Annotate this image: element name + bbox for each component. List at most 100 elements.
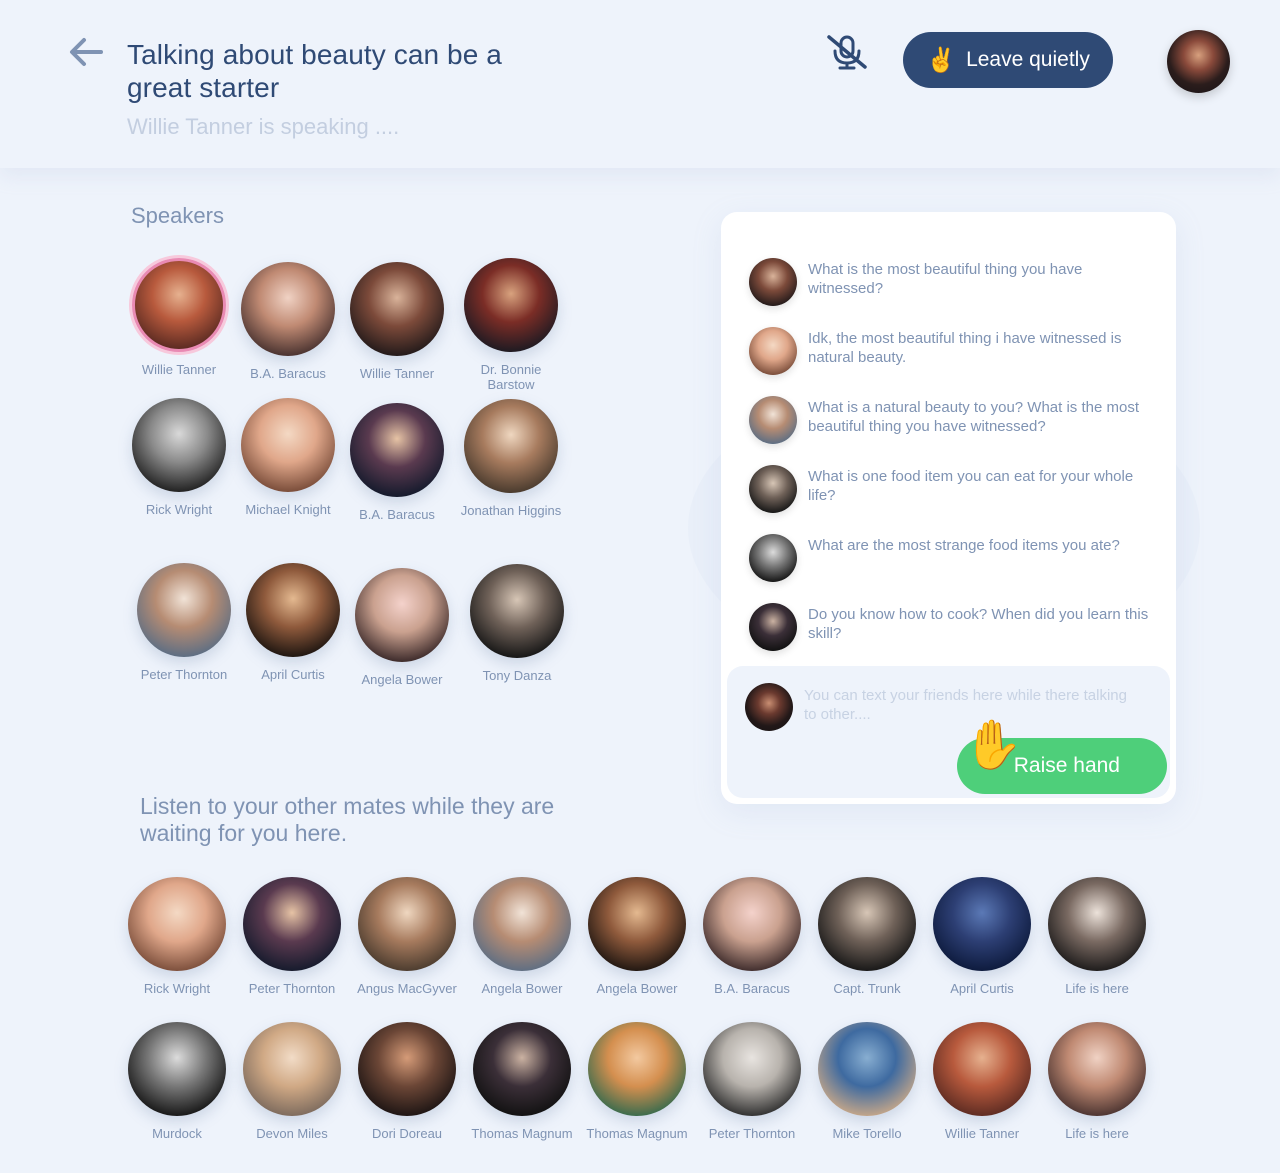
listener-card[interactable]: Peter Thornton (697, 1022, 807, 1141)
back-arrow-icon[interactable] (68, 36, 104, 68)
listener-avatar[interactable] (128, 1022, 226, 1116)
listener-avatar[interactable] (818, 877, 916, 971)
chat-message: What is a natural beauty to you? What is… (749, 396, 1149, 444)
speaker-avatar[interactable] (470, 564, 564, 658)
listener-avatar[interactable] (588, 1022, 686, 1116)
listener-name: Capt. Trunk (833, 981, 901, 996)
listener-avatar[interactable] (1048, 1022, 1146, 1116)
listener-card[interactable]: Devon Miles (237, 1022, 347, 1141)
chat-message-text: What is one food item you can eat for yo… (808, 468, 1134, 504)
speaker-card[interactable]: Dr. Bonnie Barstow (456, 258, 566, 392)
leave-quietly-label: Leave quietly (966, 48, 1090, 71)
listener-name: Peter Thornton (708, 1126, 796, 1141)
listener-avatar[interactable] (128, 877, 226, 971)
listener-avatar[interactable] (588, 877, 686, 971)
speaker-name: Angela Bower (361, 672, 443, 687)
listener-name: Life is here (1065, 981, 1129, 996)
speaker-avatar[interactable] (137, 563, 231, 657)
speaker-avatar[interactable] (464, 258, 558, 352)
listener-card[interactable]: Life is here (1042, 1022, 1152, 1141)
speaker-avatar[interactable] (350, 262, 444, 356)
speaker-avatar[interactable] (350, 403, 444, 497)
mic-muted-icon[interactable] (824, 33, 870, 71)
victory-hand-icon: ✌️ (926, 46, 957, 74)
speaker-name: Rick Wright (145, 502, 213, 517)
listener-card[interactable]: B.A. Baracus (697, 877, 807, 996)
listener-card[interactable]: Rick Wright (122, 877, 232, 996)
listener-name: Angela Bower (596, 981, 678, 996)
listener-avatar[interactable] (933, 877, 1031, 971)
chat-message-avatar[interactable] (749, 465, 797, 513)
raised-hand-icon: ✋ (963, 719, 1023, 772)
listener-card[interactable]: Thomas Magnum (582, 1022, 692, 1141)
listener-name: Dori Doreau (371, 1126, 443, 1141)
speaker-card[interactable]: Willie Tanner (342, 262, 452, 381)
chat-message: What is one food item you can eat for yo… (749, 465, 1149, 513)
listener-avatar[interactable] (358, 1022, 456, 1116)
speaker-avatar[interactable] (464, 399, 558, 493)
listener-avatar[interactable] (473, 877, 571, 971)
listener-card[interactable]: Murdock (122, 1022, 232, 1141)
speaker-avatar[interactable] (132, 258, 226, 352)
chat-message-text: What is the most beautiful thing you hav… (808, 261, 1083, 297)
chat-message-avatar[interactable] (749, 603, 797, 651)
listener-card[interactable]: Angela Bower (582, 877, 692, 996)
chat-message-text: What is a natural beauty to you? What is… (808, 399, 1139, 435)
listener-avatar[interactable] (703, 877, 801, 971)
speaker-name: Peter Thornton (140, 667, 228, 682)
chat-panel: What is the most beautiful thing you hav… (721, 212, 1176, 804)
speaker-name: Willie Tanner (359, 366, 435, 381)
listener-avatar[interactable] (1048, 877, 1146, 971)
speaker-card[interactable]: B.A. Baracus (233, 262, 343, 381)
speaker-card[interactable]: April Curtis (238, 563, 348, 682)
speaker-avatar[interactable] (241, 398, 335, 492)
raise-hand-label: Raise hand (1013, 754, 1120, 777)
chat-message: What is the most beautiful thing you hav… (749, 258, 1149, 306)
listener-avatar[interactable] (818, 1022, 916, 1116)
listener-avatar[interactable] (243, 1022, 341, 1116)
speaker-card[interactable]: Jonathan Higgins (456, 399, 566, 518)
listener-card[interactable]: Peter Thornton (237, 877, 347, 996)
listener-avatar[interactable] (473, 1022, 571, 1116)
listener-card[interactable]: Willie Tanner (927, 1022, 1037, 1141)
listener-card[interactable]: April Curtis (927, 877, 1037, 996)
speaker-card[interactable]: Willie Tanner (124, 258, 234, 377)
listener-avatar[interactable] (933, 1022, 1031, 1116)
speaker-avatar[interactable] (355, 568, 449, 662)
listener-card[interactable]: Thomas Magnum (467, 1022, 577, 1141)
listener-name: Devon Miles (256, 1126, 328, 1141)
speaker-card[interactable]: B.A. Baracus (342, 403, 452, 522)
speaker-avatar[interactable] (246, 563, 340, 657)
my-avatar[interactable] (1167, 30, 1230, 93)
chat-message-avatar[interactable] (749, 327, 797, 375)
listener-card[interactable]: Life is here (1042, 877, 1152, 996)
chat-message: What are the most strange food items you… (749, 534, 1149, 582)
speaker-avatar[interactable] (132, 398, 226, 492)
listener-card[interactable]: Mike Torello (812, 1022, 922, 1141)
listener-name: Life is here (1065, 1126, 1129, 1141)
listener-name: Murdock (152, 1126, 202, 1141)
speaker-avatar[interactable] (241, 262, 335, 356)
chat-message-avatar[interactable] (749, 258, 797, 306)
speaker-card[interactable]: Tony Danza (462, 564, 572, 683)
chat-message: Do you know how to cook? When did you le… (749, 603, 1149, 651)
leave-quietly-button[interactable]: ✌️ Leave quietly (903, 32, 1113, 88)
listener-avatar[interactable] (243, 877, 341, 971)
chat-message-text: What are the most strange food items you… (808, 537, 1120, 554)
speaker-card[interactable]: Rick Wright (124, 398, 234, 517)
speaker-card[interactable]: Angela Bower (347, 568, 457, 687)
listener-card[interactable]: Dori Doreau (352, 1022, 462, 1141)
chat-message-avatar[interactable] (749, 534, 797, 582)
chat-message-avatar[interactable] (749, 396, 797, 444)
raise-hand-button[interactable]: ✋ Raise hand (957, 719, 1167, 794)
listener-avatar[interactable] (358, 877, 456, 971)
listener-card[interactable]: Capt. Trunk (812, 877, 922, 996)
listener-name: Willie Tanner (944, 1126, 1020, 1141)
listener-avatar[interactable] (703, 1022, 801, 1116)
listener-card[interactable]: Angus MacGyver (352, 877, 462, 996)
listener-card[interactable]: Angela Bower (467, 877, 577, 996)
speaker-card[interactable]: Michael Knight (233, 398, 343, 517)
speaking-status: Willie Tanner is speaking .... (127, 114, 400, 139)
speaker-card[interactable]: Peter Thornton (129, 563, 239, 682)
speaker-name: Tony Danza (482, 668, 552, 683)
